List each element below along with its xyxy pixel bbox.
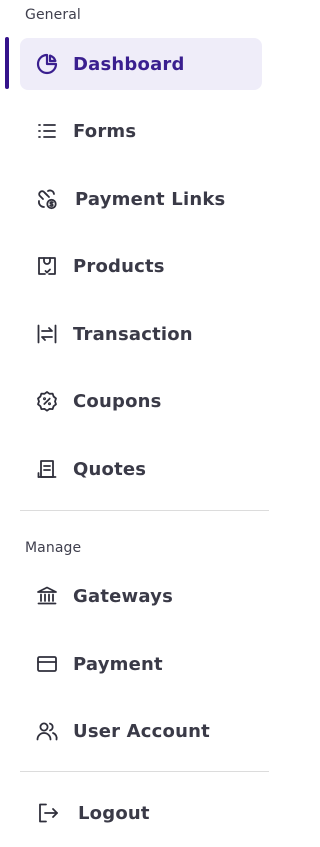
sidebar-item-quotes[interactable]: Quotes <box>20 443 262 495</box>
sidebar-item-label: Dashboard <box>73 53 185 75</box>
logout-button[interactable]: Logout <box>20 787 262 839</box>
section-label-manage: Manage <box>25 540 82 556</box>
list-icon <box>34 118 60 144</box>
bank-icon <box>34 583 60 609</box>
sidebar-item-payment-links[interactable]: Payment Links <box>20 173 262 225</box>
sidebar-item-user-account[interactable]: User Account <box>20 705 262 757</box>
sidebar-item-payment[interactable]: Payment <box>20 638 262 690</box>
sidebar-item-label: Payment Links <box>75 188 226 210</box>
sidebar-item-label: Products <box>73 255 165 277</box>
sidebar-item-coupons[interactable]: Coupons <box>20 375 262 427</box>
sidebar-item-gateways[interactable]: Gateways <box>20 570 262 622</box>
sidebar-item-label: Coupons <box>73 390 162 412</box>
sidebar-item-label: Forms <box>73 120 137 142</box>
sidebar-item-label: Quotes <box>73 458 147 480</box>
sidebar-item-label: Transaction <box>73 323 193 345</box>
payment-link-icon <box>34 186 60 212</box>
sidebar-item-label: Gateways <box>73 585 174 607</box>
product-bag-icon <box>34 253 60 279</box>
sidebar-item-forms[interactable]: Forms <box>20 105 262 157</box>
section-label-general: General <box>25 7 81 23</box>
active-indicator <box>5 37 9 89</box>
credit-card-icon <box>34 651 60 677</box>
sidebar-item-transaction[interactable]: Transaction <box>20 308 262 360</box>
pie-chart-icon <box>34 51 60 77</box>
transfer-arrows-icon <box>34 321 60 347</box>
discount-badge-icon <box>34 388 60 414</box>
sidebar-item-dashboard[interactable]: Dashboard <box>20 38 262 90</box>
logout-label: Logout <box>78 802 150 824</box>
receipt-icon <box>34 456 60 482</box>
divider <box>20 771 269 772</box>
users-icon <box>34 718 60 744</box>
sidebar-item-products[interactable]: Products <box>20 240 262 292</box>
sidebar-item-label: User Account <box>73 720 210 742</box>
logout-icon <box>35 800 61 826</box>
sidebar-item-label: Payment <box>73 653 163 675</box>
divider <box>20 510 269 511</box>
